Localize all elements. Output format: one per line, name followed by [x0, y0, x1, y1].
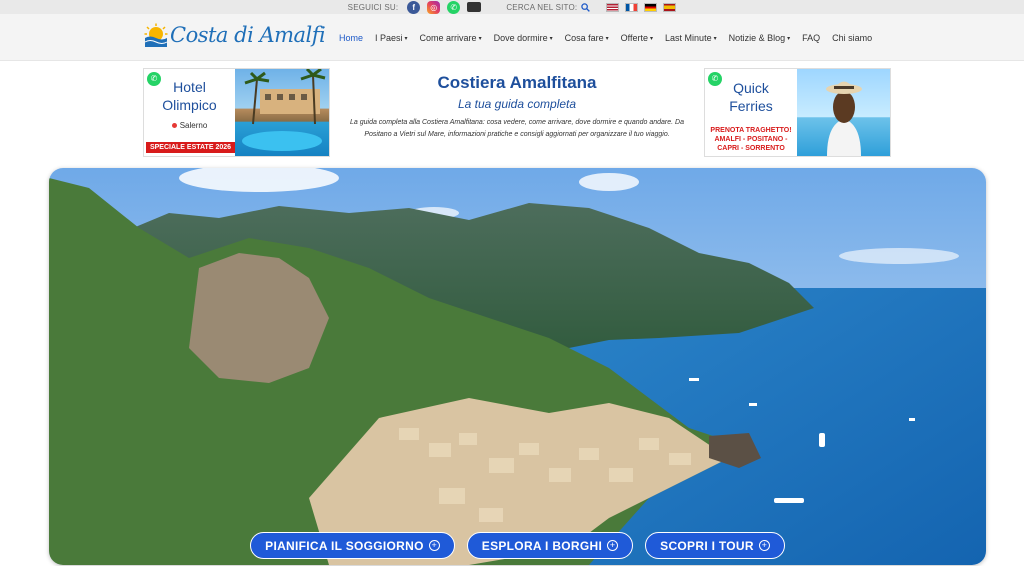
ferries-cta-line3: CAPRI - SORRENTO [717, 145, 785, 152]
quick-ferries-banner[interactable]: ✆ Quick Ferries PRENOTA TRAGHETTO! AMALF… [704, 68, 891, 157]
nav-come-arrivare[interactable]: Come arrivare ▾ [420, 33, 482, 43]
plus-circle-icon: + [428, 540, 440, 551]
nav-i-paesi[interactable]: I Paesi ▾ [375, 33, 408, 43]
explore-villages-button[interactable]: ESPLORA I BORGHI + [466, 532, 634, 559]
ferries-cta-line2: AMALFI - POSITANO - [714, 136, 788, 143]
chevron-down-icon: ▾ [787, 35, 791, 42]
location-dot-icon [171, 123, 177, 128]
nav-offerte-label: Offerte [620, 32, 649, 43]
hotel-olimpico-banner[interactable]: ✆ Hotel Olimpico Salerno SPECIALE ESTATE… [143, 67, 330, 157]
nav-faq[interactable]: FAQ [802, 33, 820, 43]
ferries-cta-line1: PRENOTA TRAGHETTO! [710, 127, 792, 134]
search-icon[interactable] [581, 2, 591, 12]
nav-home-label: Home [339, 32, 364, 43]
hotel-name-line2: Olimpico [162, 97, 217, 113]
top-bar: SEGUICI SU: f ◎ ✆ CERCA NEL SITO: [0, 0, 1024, 14]
chevron-down-icon: ▾ [549, 35, 553, 42]
nav-home[interactable]: Home [339, 33, 363, 43]
chevron-down-icon: ▾ [650, 35, 654, 42]
facebook-icon[interactable]: f [407, 0, 421, 14]
nav-faq-label: FAQ [802, 32, 821, 43]
whatsapp-icon: ✆ [708, 72, 722, 86]
plan-stay-label: PIANIFICA IL SOGGIORNO [265, 538, 424, 553]
email-icon[interactable] [467, 2, 482, 12]
guide-title: Costiera Amalfitana [437, 73, 597, 92]
sun-wave-icon [144, 23, 168, 47]
ferries-banner-text: ✆ Quick Ferries PRENOTA TRAGHETTO! AMALF… [705, 69, 797, 156]
hero-banner: PIANIFICA IL SOGGIORNO + ESPLORA I BORGHI… [49, 168, 986, 565]
nav-dove-dormire[interactable]: Dove dormire ▾ [494, 33, 553, 43]
nav-notizie-blog-label: Notizie & Blog [728, 32, 786, 43]
whatsapp-icon[interactable]: ✆ [447, 0, 461, 14]
discover-tours-button[interactable]: SCOPRI I TOUR + [645, 532, 785, 559]
guide-subtitle: La tua guida completa [457, 97, 577, 111]
nav-dove-dormire-label: Dove dormire [493, 32, 548, 43]
nav-cosa-fare[interactable]: Cosa fare ▾ [565, 33, 609, 43]
hotel-photo [235, 67, 329, 156]
hotel-city-label: Salerno [179, 121, 208, 130]
nav-chi-siamo[interactable]: Chi siamo [832, 33, 872, 43]
ferries-name-line2: Ferries [729, 98, 773, 114]
nav-come-arrivare-label: Come arrivare [419, 32, 477, 43]
es-flag[interactable] [663, 2, 677, 12]
whatsapp-icon: ✆ [147, 72, 161, 86]
nav-offerte[interactable]: Offerte ▾ [621, 33, 653, 43]
main-navbar: Costa di Amalfi Home I Paesi ▾ Come arriv… [0, 14, 1024, 61]
guide-intro: Costiera Amalfitana La tua guida complet… [334, 68, 700, 157]
ferries-photo [797, 69, 890, 156]
nav-last-minute[interactable]: Last Minute ▾ [665, 33, 717, 43]
follow-label: SEGUICI SU: [347, 2, 399, 12]
guide-description: La guida completa alla Costiera Amalfita… [350, 119, 684, 138]
nav-last-minute-label: Last Minute [665, 32, 712, 43]
hotel-banner-text: ✆ Hotel Olimpico Salerno SPECIALE ESTATE… [144, 69, 235, 156]
discover-tours-label: SCOPRI I TOUR [660, 538, 754, 553]
hero-buttons: PIANIFICA IL SOGGIORNO + ESPLORA I BORGHI… [49, 532, 986, 559]
nav-i-paesi-label: I Paesi [375, 32, 403, 43]
logo-text: Costa di Amalfi [170, 23, 326, 47]
amalfi-coast-image [49, 168, 986, 565]
promo-badge: SPECIALE ESTATE 2026 [146, 142, 235, 153]
chevron-down-icon: ▾ [478, 35, 482, 42]
de-flag[interactable] [644, 2, 658, 12]
plan-stay-button[interactable]: PIANIFICA IL SOGGIORNO + [250, 532, 455, 559]
woman-sea-image [826, 81, 862, 156]
nav-notizie-blog[interactable]: Notizie & Blog ▾ [729, 33, 791, 43]
hotel-city: Salerno [144, 121, 235, 130]
nav-chi-siamo-label: Chi siamo [832, 32, 873, 43]
ferries-cta: PRENOTA TRAGHETTO! AMALFI - POSITANO - C… [705, 126, 797, 153]
plus-circle-icon: + [758, 540, 770, 551]
instagram-icon[interactable]: ◎ [427, 0, 441, 14]
site-search[interactable]: CERCA NEL SITO: [506, 2, 591, 12]
search-label: CERCA NEL SITO: [506, 2, 578, 12]
plus-circle-icon: + [607, 540, 619, 551]
chevron-down-icon: ▾ [713, 35, 717, 42]
hotel-pool-image [242, 67, 326, 151]
chevron-down-icon: ▾ [404, 35, 408, 42]
main-nav: Home I Paesi ▾ Come arrivare ▾ Dove dormir… [339, 14, 884, 61]
fr-flag[interactable] [625, 2, 639, 12]
site-logo[interactable]: Costa di Amalfi [144, 23, 326, 47]
chevron-down-icon: ▾ [605, 35, 609, 42]
language-flags [606, 2, 677, 12]
explore-villages-label: ESPLORA I BORGHI [481, 538, 603, 553]
us-flag[interactable] [606, 2, 620, 12]
nav-cosa-fare-label: Cosa fare [564, 32, 604, 43]
